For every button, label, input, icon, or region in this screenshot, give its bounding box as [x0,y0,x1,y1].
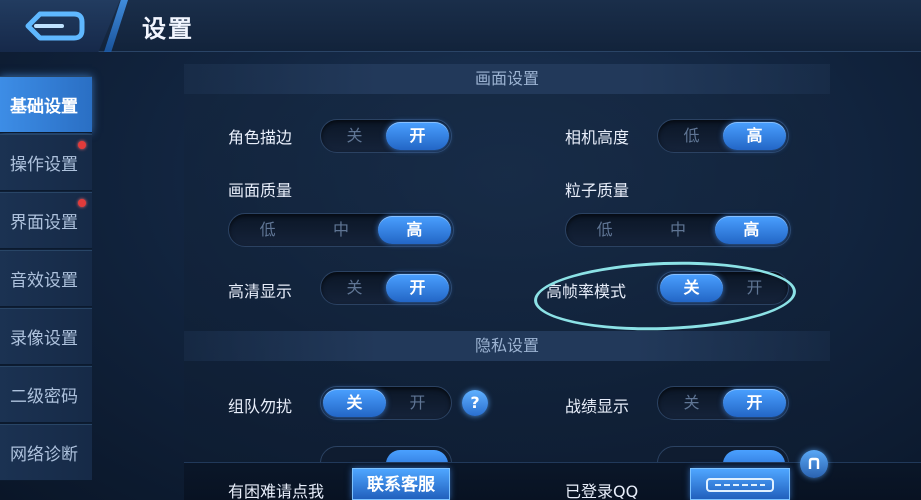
sidebar-item-interface[interactable]: 界面设置 [0,192,92,249]
outline-label: 角色描边 [228,128,293,147]
camera-height-option-high[interactable]: 高 [723,122,786,150]
particle-label: 粒子质量 [565,181,630,200]
hd-display-option-on[interactable]: 开 [386,274,449,302]
login-status-text: 已登录QQ [565,482,639,500]
partial-toggle-row [657,446,789,462]
sidebar-item-secondary-password[interactable]: 二级密码 [0,366,92,423]
sidebar-item-label: 二级密码 [10,387,78,407]
team-dnd-option-on[interactable]: 开 [386,389,449,417]
floating-assistant-icon[interactable] [800,450,828,478]
quality-option-high[interactable]: 高 [377,216,451,244]
top-bar: 设置 [0,0,921,52]
particle-option-medium[interactable]: 中 [641,216,714,244]
record-display-toggle[interactable]: 关 开 [657,386,789,420]
notification-badge [78,141,86,149]
quality-label: 画面质量 [228,181,293,200]
record-display-option-off[interactable]: 关 [660,389,723,417]
particle-toggle[interactable]: 低 中 高 [565,213,791,247]
record-display-label: 战绩显示 [565,397,630,416]
help-question-icon[interactable]: ? [462,390,488,416]
help-prompt-text: 有困难请点我 [228,482,325,500]
section-header-graphics: 画面设置 [184,64,830,94]
sidebar-item-label: 操作设置 [10,155,78,175]
outline-option-on[interactable]: 开 [386,122,449,150]
sidebar-item-controls[interactable]: 操作设置 [0,134,92,191]
quality-option-medium[interactable]: 中 [304,216,377,244]
record-display-option-on[interactable]: 开 [723,389,786,417]
qq-logo-icon [706,478,774,492]
outline-option-off[interactable]: 关 [323,122,386,150]
particle-option-high[interactable]: 高 [714,216,788,244]
sidebar-item-label: 录像设置 [10,329,78,349]
sidebar-item-audio[interactable]: 音效设置 [0,250,92,307]
qq-account-button[interactable] [690,468,790,500]
sidebar-item-basic[interactable]: 基础设置 [0,76,92,133]
partial-toggle-row [320,446,452,462]
sidebar-item-label: 网络诊断 [10,445,78,465]
hd-display-option-off[interactable]: 关 [323,274,386,302]
team-dnd-label: 组队勿扰 [228,397,293,416]
quality-option-low[interactable]: 低 [231,216,304,244]
back-arrow-icon [25,11,85,41]
particle-option-low[interactable]: 低 [568,216,641,244]
sidebar: 基础设置 操作设置 界面设置 音效设置 录像设置 二级密码 网络诊断 [0,76,92,482]
sidebar-item-label: 界面设置 [10,213,78,233]
camera-height-label: 相机高度 [565,128,630,147]
sidebar-item-label: 基础设置 [10,97,78,117]
assistant-glyph-icon [808,457,820,469]
outline-toggle[interactable]: 关 开 [320,119,452,153]
sidebar-item-replay[interactable]: 录像设置 [0,308,92,365]
hd-display-toggle[interactable]: 关 开 [320,271,452,305]
team-dnd-toggle[interactable]: 关 开 [320,386,452,420]
notification-badge [78,199,86,207]
quality-toggle[interactable]: 低 中 高 [228,213,454,247]
back-button[interactable] [0,0,120,52]
page-title: 设置 [142,15,194,43]
contact-support-button[interactable]: 联系客服 [352,468,450,500]
camera-height-toggle[interactable]: 低 高 [657,119,789,153]
camera-height-option-low[interactable]: 低 [660,122,723,150]
team-dnd-option-off[interactable]: 关 [323,389,386,417]
section-header-privacy: 隐私设置 [184,331,830,361]
sidebar-item-label: 音效设置 [10,271,78,291]
hd-display-label: 高清显示 [228,282,293,301]
sidebar-item-network-diagnosis[interactable]: 网络诊断 [0,424,92,481]
